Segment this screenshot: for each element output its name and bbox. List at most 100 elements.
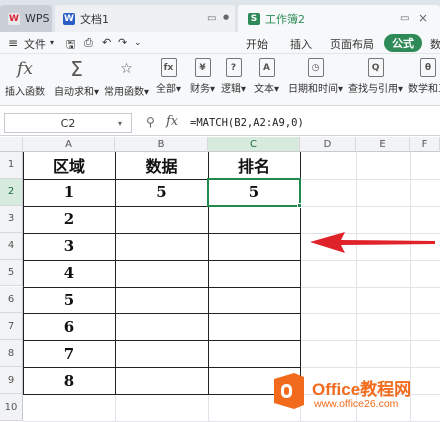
menu-row: ≡ 文件 ▾ 🖫 ⎙ ↶ ↷ ⌄ 开始 插入 页面布局 公式 数	[0, 32, 440, 54]
fill-handle[interactable]	[297, 202, 302, 208]
row-header-6[interactable]: 6	[0, 286, 23, 314]
fx-icon: fx	[17, 59, 33, 79]
column-header-c[interactable]: C	[208, 137, 300, 152]
text-button[interactable]: A 文本▾	[254, 58, 279, 95]
all-functions-icon: fx	[160, 58, 177, 77]
ribbon-label: 财务▾	[190, 84, 216, 95]
lookup-book-icon: Q	[367, 58, 384, 77]
column-header-b[interactable]: B	[115, 137, 208, 152]
column-header-e[interactable]: E	[356, 137, 410, 152]
row-header-9[interactable]: 9	[0, 367, 23, 395]
formula-ribbon: fx 插入函数 Σ 自动求和▾ ☆ 常用函数▾ fx 全部▾ ¥ 财务▾ ? 逻…	[0, 54, 440, 106]
close-icon[interactable]: ×	[418, 11, 428, 25]
save-icon[interactable]: 🖫	[66, 36, 75, 55]
insert-function-button[interactable]: fx 插入函数	[5, 58, 45, 98]
ribbon-label: 插入函数	[5, 87, 45, 98]
customize-icon[interactable]: ⌄	[134, 38, 142, 48]
menu-page-layout[interactable]: 页面布局	[330, 36, 374, 52]
text-book-icon: A	[258, 58, 275, 77]
row-header-7[interactable]: 7	[0, 313, 23, 341]
row-header-1[interactable]: 1	[0, 152, 23, 179]
cell-a9[interactable]: 8	[23, 367, 115, 394]
monitor-icon[interactable]: ▭	[400, 13, 409, 24]
name-box-value: C2	[60, 116, 76, 130]
finance-button[interactable]: ¥ 财务▾	[190, 58, 215, 95]
math-trig-button[interactable]: θ 数学和三	[408, 58, 440, 95]
cell-a7[interactable]: 6	[23, 313, 115, 340]
finance-book-icon: ¥	[194, 58, 211, 77]
row-header-8[interactable]: 8	[0, 340, 23, 368]
menu-data[interactable]: 数	[430, 36, 440, 52]
column-header-f[interactable]: F	[410, 137, 440, 152]
tab-doc1[interactable]: W 文档1 ▭ ●	[55, 5, 235, 32]
row-header-10[interactable]: 10	[0, 394, 23, 421]
row-header-5[interactable]: 5	[0, 259, 23, 287]
tab-wps[interactable]: W WPS	[0, 5, 52, 32]
date-book-icon: ◷	[307, 58, 324, 77]
ribbon-label: 文本▾	[254, 84, 280, 95]
fx-icon[interactable]: fx	[166, 114, 178, 129]
tab-label: WPS	[25, 12, 50, 25]
redo-icon[interactable]: ↷	[118, 36, 127, 49]
hamburger-icon[interactable]: ≡	[8, 36, 18, 50]
office-logo-icon	[274, 373, 304, 409]
logic-button[interactable]: ? 逻辑▾	[221, 58, 246, 95]
cell-a6[interactable]: 5	[23, 287, 115, 314]
tab-label: 工作簿2	[265, 12, 305, 26]
formula-bar: C2 ▾ ⚲ fx =MATCH(B2,A2:A9,0)	[0, 110, 440, 136]
math-book-icon: θ	[420, 58, 436, 77]
ribbon-label: 查找与引用▾	[348, 84, 404, 95]
ribbon-label: 逻辑▾	[221, 84, 247, 95]
name-box[interactable]: C2	[4, 113, 132, 133]
ribbon-label: 自动求和▾	[54, 87, 100, 98]
watermark: Office教程网 www.office26.com	[268, 365, 440, 421]
cell-a8[interactable]: 7	[23, 340, 115, 367]
monitor-icon[interactable]: ▭	[207, 13, 216, 24]
selected-cell-outline[interactable]	[207, 177, 301, 207]
cell-a1[interactable]: 区域	[23, 152, 115, 179]
cell-b1[interactable]: 数据	[115, 152, 208, 179]
row-header-3[interactable]: 3	[0, 205, 23, 233]
file-menu[interactable]: 文件	[24, 36, 46, 52]
wps-logo-icon: W	[8, 12, 20, 25]
watermark-brand: Office教程网	[312, 380, 412, 399]
cell-a4[interactable]: 3	[23, 233, 115, 260]
print-icon[interactable]: ⎙	[84, 36, 93, 50]
formula-input[interactable]: =MATCH(B2,A2:A9,0)	[190, 113, 440, 133]
ribbon-label: 常用函数▾	[104, 87, 150, 98]
cell-a3[interactable]: 2	[23, 206, 115, 233]
common-functions-button[interactable]: ☆ 常用函数▾	[104, 58, 149, 98]
chevron-down-icon[interactable]: ▾	[118, 119, 122, 128]
table-border	[23, 394, 301, 396]
date-time-button[interactable]: ◷ 日期和时间▾	[288, 58, 343, 95]
row-header-2[interactable]: 2	[0, 178, 23, 206]
cell-c1[interactable]: 排名	[208, 152, 300, 179]
menu-insert[interactable]: 插入	[290, 36, 312, 52]
tab-label: 文档1	[80, 12, 109, 26]
column-header-a[interactable]: A	[23, 137, 115, 152]
chevron-down-icon[interactable]: ▾	[50, 38, 54, 47]
all-functions-button[interactable]: fx 全部▾	[156, 58, 181, 95]
star-function-icon: ☆	[120, 61, 133, 77]
row-header-4[interactable]: 4	[0, 232, 23, 260]
zoom-search-icon[interactable]: ⚲	[146, 115, 155, 129]
cell-b2[interactable]: 5	[115, 179, 208, 206]
cell-a5[interactable]: 4	[23, 260, 115, 287]
logic-book-icon: ?	[225, 58, 242, 77]
lookup-reference-button[interactable]: Q 查找与引用▾	[348, 58, 403, 95]
ribbon-label: 数学和三	[408, 84, 440, 95]
cell-a2[interactable]: 1	[23, 179, 115, 206]
dot-icon: ●	[223, 13, 230, 21]
tab-bar: W WPS W 文档1 ▭ ● S 工作簿2 ▭ ×	[0, 0, 440, 32]
menu-formulas[interactable]: 公式	[384, 34, 422, 52]
spreadsheet-icon: S	[248, 12, 260, 25]
menu-home[interactable]: 开始	[246, 36, 268, 52]
writer-doc-icon: W	[63, 12, 75, 25]
ribbon-label: 日期和时间▾	[288, 84, 344, 95]
column-header-d[interactable]: D	[300, 137, 356, 152]
autosum-button[interactable]: Σ 自动求和▾	[54, 57, 100, 98]
sigma-icon: Σ	[70, 57, 83, 81]
undo-icon[interactable]: ↶	[102, 36, 111, 49]
tab-book2[interactable]: S 工作簿2 ▭ ×	[238, 5, 440, 32]
select-all-corner[interactable]	[0, 137, 23, 152]
